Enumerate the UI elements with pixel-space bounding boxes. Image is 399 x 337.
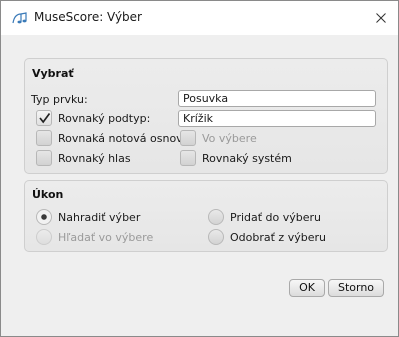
musescore-icon [12, 12, 28, 24]
remove-from-selection-label: Odobrať z výberu [230, 231, 326, 244]
subtype-field: Krížik [178, 110, 376, 127]
select-dialog: MuseScore: Výber Vybrať Typ prvku: Posuv… [0, 0, 399, 337]
replace-selection-radio[interactable] [36, 209, 52, 225]
same-voice-label: Rovnaký hlas [58, 152, 131, 165]
ok-button[interactable]: OK [289, 279, 325, 297]
same-subtype-checkbox[interactable] [36, 110, 52, 126]
add-to-selection-label: Pridať do výberu [230, 211, 322, 224]
remove-from-selection-radio[interactable] [208, 229, 224, 245]
element-type-label: Typ prvku: [31, 93, 88, 106]
close-button[interactable] [364, 1, 398, 35]
search-in-selection-radio[interactable] [36, 229, 52, 245]
search-in-selection-label: Hľadať vo výbere [58, 231, 154, 244]
same-system-checkbox[interactable] [180, 150, 196, 166]
same-system-label: Rovnaký systém [202, 152, 292, 165]
same-voice-checkbox[interactable] [36, 150, 52, 166]
title-bar: MuseScore: Výber [1, 1, 398, 35]
action-group-title: Úkon [32, 188, 64, 201]
replace-selection-label: Nahradiť výber [58, 211, 141, 224]
in-selection-checkbox[interactable] [180, 130, 196, 146]
same-staff-checkbox[interactable] [36, 130, 52, 146]
dialog-content: Vybrať Typ prvku: Posuvka Rovnaký podtyp… [1, 35, 398, 336]
element-type-field: Posuvka [178, 90, 376, 107]
action-group: Úkon Nahradiť výber Pridať do výberu Hľa… [24, 180, 388, 252]
close-icon [376, 13, 386, 23]
add-to-selection-radio[interactable] [208, 209, 224, 225]
select-group-title: Vybrať [32, 67, 74, 80]
same-subtype-label: Rovnaký podtyp: [58, 112, 151, 125]
select-group: Vybrať Typ prvku: Posuvka Rovnaký podtyp… [24, 58, 388, 174]
checkmark-icon [39, 112, 51, 124]
same-staff-label: Rovnaká notová osnova [58, 132, 190, 145]
window-title: MuseScore: Výber [34, 10, 142, 24]
in-selection-label: Vo výbere [202, 132, 257, 145]
cancel-button[interactable]: Storno [328, 279, 384, 297]
